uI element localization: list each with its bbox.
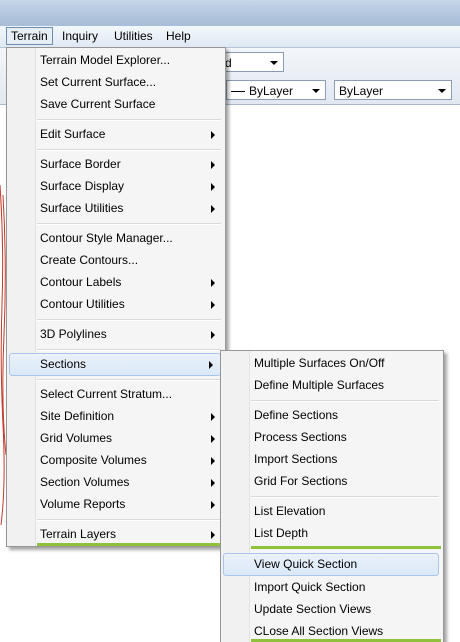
menu-item-sections[interactable]: Sections <box>9 353 221 376</box>
menu-accent-bar <box>251 546 441 549</box>
menu-item-import-sections[interactable]: Import Sections <box>223 449 441 470</box>
menu-item-surface-utilities[interactable]: Surface Utilities <box>9 198 223 219</box>
menu-item-grid-volumes[interactable]: Grid Volumes <box>9 428 223 449</box>
submenu-arrow-icon <box>211 331 215 339</box>
submenu-arrow-icon <box>211 131 215 139</box>
submenu-arrow-icon <box>211 531 215 539</box>
menu-item-multiple-surfaces-on-off[interactable]: Multiple Surfaces On/Off <box>223 353 441 374</box>
menu-bar: Terrain Inquiry Utilities Help <box>0 26 460 48</box>
menu-separator <box>251 496 439 498</box>
menu-item-section-volumes[interactable]: Section Volumes <box>9 472 223 493</box>
menu-item-terrain-layers[interactable]: Terrain Layers <box>9 524 223 545</box>
menu-item-list-depth[interactable]: List Depth <box>223 523 441 544</box>
menu-separator <box>37 319 221 321</box>
submenu-arrow-icon <box>211 205 215 213</box>
menu-separator <box>37 119 221 121</box>
submenu-arrow-icon <box>211 183 215 191</box>
menu-utilities[interactable]: Utilities <box>110 28 157 44</box>
line-sample-icon <box>231 91 245 93</box>
submenu-arrow-icon <box>211 301 215 309</box>
menu-separator <box>37 349 221 351</box>
menu-separator <box>251 400 439 402</box>
lineweight-combo[interactable]: ByLayer <box>334 80 452 100</box>
menu-item-volume-reports[interactable]: Volume Reports <box>9 494 223 515</box>
lineweight-value: ByLayer <box>339 84 384 98</box>
linetype-combo[interactable]: ByLayer <box>226 80 326 100</box>
submenu-arrow-icon <box>211 501 215 509</box>
submenu-arrow-icon <box>211 457 215 465</box>
menu-item-define-sections[interactable]: Define Sections <box>223 405 441 426</box>
menu-item-site-definition[interactable]: Site Definition <box>9 406 223 427</box>
submenu-arrow-icon <box>211 413 215 421</box>
menu-item-composite-volumes[interactable]: Composite Volumes <box>9 450 223 471</box>
menu-terrain[interactable]: Terrain <box>6 27 53 45</box>
menu-item-surface-display[interactable]: Surface Display <box>9 176 223 197</box>
menu-help[interactable]: Help <box>162 28 195 44</box>
terrain-menu: Terrain Model Explorer... Set Current Su… <box>6 47 226 547</box>
layer-combo-value: d <box>225 56 232 70</box>
menu-separator <box>37 379 221 381</box>
chevron-down-icon <box>312 89 320 93</box>
menu-item-process-sections[interactable]: Process Sections <box>223 427 441 448</box>
menu-item-3d-polylines[interactable]: 3D Polylines <box>9 324 223 345</box>
menu-item-edit-surface[interactable]: Edit Surface <box>9 124 223 145</box>
menu-item-update-section-views[interactable]: Update Section Views <box>223 599 441 620</box>
chevron-down-icon <box>270 61 278 65</box>
submenu-arrow-icon <box>211 279 215 287</box>
title-bar <box>0 0 460 26</box>
menu-separator <box>37 519 221 521</box>
menu-item-set-current-surface[interactable]: Set Current Surface... <box>9 72 223 93</box>
menu-item-save-current-surface[interactable]: Save Current Surface <box>9 94 223 115</box>
menu-item-surface-border[interactable]: Surface Border <box>9 154 223 175</box>
sections-submenu: Multiple Surfaces On/Off Define Multiple… <box>220 350 444 642</box>
menu-accent-bar <box>37 543 223 546</box>
menu-item-view-quick-section[interactable]: View Quick Section <box>223 553 439 576</box>
menu-item-contour-labels[interactable]: Contour Labels <box>9 272 223 293</box>
menu-separator <box>37 149 221 151</box>
submenu-arrow-icon <box>211 161 215 169</box>
menu-item-grid-for-sections[interactable]: Grid For Sections <box>223 471 441 492</box>
menu-item-select-current-stratum[interactable]: Select Current Stratum... <box>9 384 223 405</box>
submenu-arrow-icon <box>211 479 215 487</box>
menu-item-define-multiple-surfaces[interactable]: Define Multiple Surfaces <box>223 375 441 396</box>
menu-item-terrain-model-explorer[interactable]: Terrain Model Explorer... <box>9 50 223 71</box>
menu-separator <box>37 223 221 225</box>
linetype-value: ByLayer <box>249 84 294 98</box>
menu-item-contour-style-manager[interactable]: Contour Style Manager... <box>9 228 223 249</box>
chevron-down-icon <box>438 89 446 93</box>
submenu-arrow-icon <box>211 435 215 443</box>
menu-inquiry[interactable]: Inquiry <box>58 28 102 44</box>
menu-item-import-quick-section[interactable]: Import Quick Section <box>223 577 441 598</box>
menu-item-list-elevation[interactable]: List Elevation <box>223 501 441 522</box>
submenu-arrow-icon <box>209 361 213 369</box>
menu-item-contour-utilities[interactable]: Contour Utilities <box>9 294 223 315</box>
menu-item-create-contours[interactable]: Create Contours... <box>9 250 223 271</box>
